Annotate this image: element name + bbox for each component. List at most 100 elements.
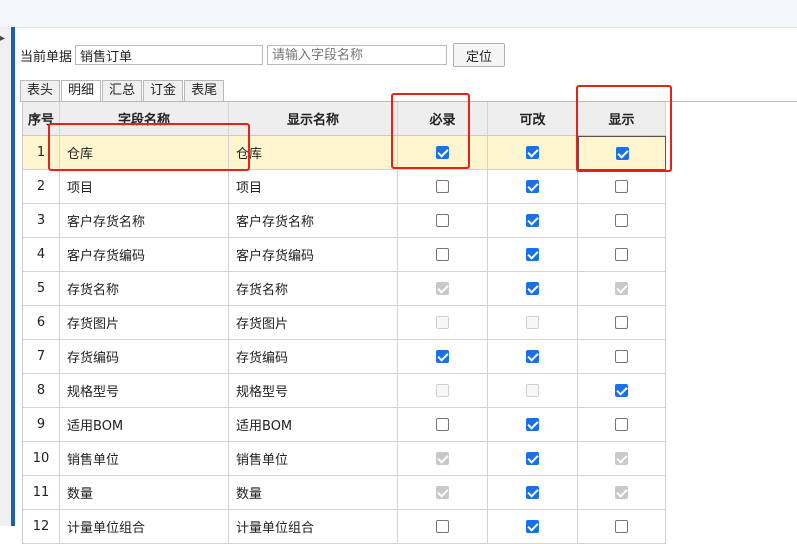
column-header-editable[interactable]: 可改 [488, 102, 578, 136]
required-checkbox [436, 486, 449, 499]
table-row[interactable]: 8 规格型号 规格型号 [23, 374, 666, 408]
editable-checkbox[interactable] [526, 146, 539, 159]
tab-detail[interactable]: 明细 [61, 80, 102, 102]
row-visible-cell [578, 442, 666, 476]
row-editable-cell [488, 340, 578, 374]
row-field-name: 仓库 [60, 136, 229, 170]
table-row[interactable]: 1 仓库 仓库 [23, 136, 666, 170]
row-display-name[interactable]: 仓库 [229, 136, 398, 170]
locate-button[interactable]: 定位 [453, 43, 506, 67]
row-seq: 1 [23, 136, 60, 170]
table-row[interactable]: 9 适用BOM 适用BOM [23, 408, 666, 442]
row-visible-cell [578, 476, 666, 510]
row-display-name[interactable]: 数量 [229, 476, 398, 510]
row-display-name[interactable]: 客户存货名称 [229, 204, 398, 238]
required-checkbox [436, 316, 449, 329]
row-display-name[interactable]: 适用BOM [229, 408, 398, 442]
column-header-visible[interactable]: 显示 [578, 102, 666, 136]
row-required-cell [398, 476, 488, 510]
editable-checkbox[interactable] [526, 248, 539, 261]
required-checkbox[interactable] [436, 418, 449, 431]
visible-checkbox[interactable] [615, 384, 628, 397]
row-field-name: 销售单位 [60, 442, 229, 476]
row-required-cell [398, 510, 488, 544]
required-checkbox[interactable] [436, 520, 449, 533]
row-editable-cell [488, 272, 578, 306]
row-display-name[interactable]: 规格型号 [229, 374, 398, 408]
visible-checkbox[interactable] [615, 146, 629, 160]
field-search-input[interactable] [267, 45, 448, 65]
editable-checkbox[interactable] [526, 214, 539, 227]
table-row[interactable]: 3 客户存货名称 客户存货名称 [23, 204, 666, 238]
tab-footer[interactable]: 表尾 [184, 80, 225, 101]
row-required-cell [398, 170, 488, 204]
editable-checkbox[interactable] [526, 520, 539, 533]
left-margin [0, 27, 11, 526]
required-checkbox[interactable] [436, 146, 449, 159]
editable-checkbox[interactable] [526, 350, 539, 363]
table-row[interactable]: 10 销售单位 销售单位 [23, 442, 666, 476]
tab-summary[interactable]: 汇总 [102, 80, 143, 101]
row-display-name[interactable]: 项目 [229, 170, 398, 204]
current-document-input[interactable] [75, 45, 264, 65]
row-seq: 7 [23, 340, 60, 374]
grid-header-row: 序号 字段名称 显示名称 必录 可改 显示 [23, 102, 666, 136]
editable-checkbox[interactable] [526, 282, 539, 295]
row-visible-cell [578, 374, 666, 408]
table-row[interactable]: 12 计量单位组合 计量单位组合 [23, 510, 666, 544]
editable-checkbox[interactable] [526, 180, 539, 193]
row-visible-cell [578, 136, 666, 170]
required-checkbox[interactable] [436, 350, 449, 363]
required-checkbox[interactable] [436, 214, 449, 227]
table-row[interactable]: 7 存货编码 存货编码 [23, 340, 666, 374]
row-display-name[interactable]: 存货编码 [229, 340, 398, 374]
column-header-required[interactable]: 必录 [398, 102, 488, 136]
editable-checkbox [526, 316, 539, 329]
row-seq: 5 [23, 272, 60, 306]
visible-checkbox[interactable] [615, 520, 628, 533]
column-header-display-name[interactable]: 显示名称 [229, 102, 398, 136]
tab-header[interactable]: 表头 [20, 80, 61, 101]
row-field-name: 存货名称 [60, 272, 229, 306]
row-seq: 6 [23, 306, 60, 340]
table-row[interactable]: 6 存货图片 存货图片 [23, 306, 666, 340]
row-visible-cell [578, 408, 666, 442]
toolbar: 当前单据 定位 [20, 43, 506, 67]
row-editable-cell [488, 306, 578, 340]
visible-checkbox [615, 486, 628, 499]
row-visible-cell [578, 204, 666, 238]
row-seq: 11 [23, 476, 60, 510]
row-field-name: 计量单位组合 [60, 510, 229, 544]
row-display-name[interactable]: 计量单位组合 [229, 510, 398, 544]
editable-checkbox[interactable] [526, 418, 539, 431]
required-checkbox[interactable] [436, 180, 449, 193]
tab-deposit[interactable]: 订金 [143, 80, 184, 101]
expand-arrow-icon[interactable] [0, 33, 8, 45]
row-required-cell [398, 408, 488, 442]
required-checkbox[interactable] [436, 248, 449, 261]
row-display-name[interactable]: 存货名称 [229, 272, 398, 306]
visible-checkbox [615, 282, 628, 295]
visible-checkbox[interactable] [615, 418, 628, 431]
visible-checkbox[interactable] [615, 180, 628, 193]
row-editable-cell [488, 476, 578, 510]
editable-checkbox[interactable] [526, 452, 539, 465]
column-header-field-name[interactable]: 字段名称 [60, 102, 229, 136]
row-display-name[interactable]: 客户存货编码 [229, 238, 398, 272]
table-row[interactable]: 4 客户存货编码 客户存货编码 [23, 238, 666, 272]
column-header-seq[interactable]: 序号 [23, 102, 60, 136]
visible-checkbox[interactable] [615, 350, 628, 363]
table-row[interactable]: 2 项目 项目 [23, 170, 666, 204]
table-row[interactable]: 11 数量 数量 [23, 476, 666, 510]
visible-checkbox[interactable] [615, 248, 628, 261]
row-display-name[interactable]: 存货图片 [229, 306, 398, 340]
visible-checkbox[interactable] [615, 214, 628, 227]
visible-checkbox[interactable] [615, 316, 628, 329]
editable-checkbox[interactable] [526, 486, 539, 499]
table-row[interactable]: 5 存货名称 存货名称 [23, 272, 666, 306]
row-seq: 9 [23, 408, 60, 442]
row-field-name: 适用BOM [60, 408, 229, 442]
row-display-name[interactable]: 销售单位 [229, 442, 398, 476]
row-required-cell [398, 340, 488, 374]
row-seq: 10 [23, 442, 60, 476]
